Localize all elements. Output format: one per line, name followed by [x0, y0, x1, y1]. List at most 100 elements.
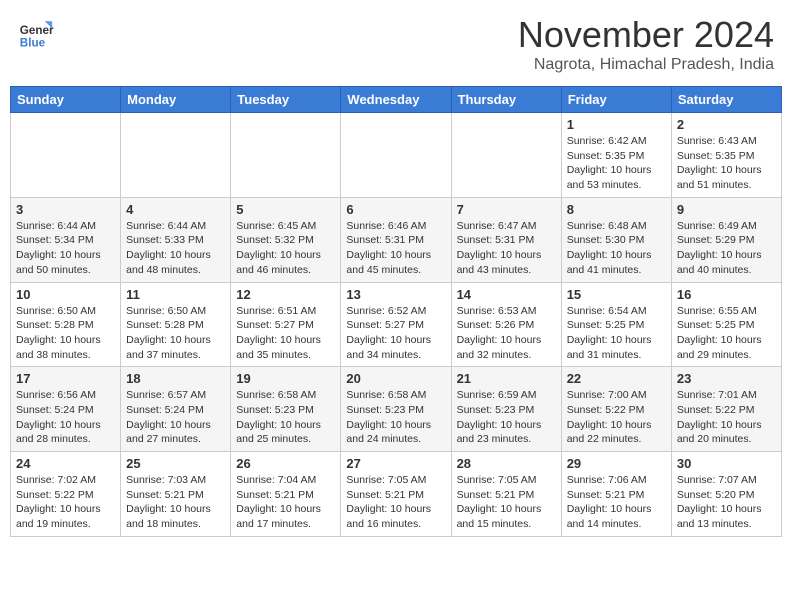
day-info: Sunrise: 6:47 AM Sunset: 5:31 PM Dayligh… [457, 219, 556, 278]
day-info: Sunrise: 6:44 AM Sunset: 5:34 PM Dayligh… [16, 219, 115, 278]
day-number: 19 [236, 371, 335, 386]
day-number: 24 [16, 456, 115, 471]
day-info: Sunrise: 7:07 AM Sunset: 5:20 PM Dayligh… [677, 473, 776, 532]
day-info: Sunrise: 7:02 AM Sunset: 5:22 PM Dayligh… [16, 473, 115, 532]
week-row-1: 1Sunrise: 6:42 AM Sunset: 5:35 PM Daylig… [11, 113, 782, 198]
day-info: Sunrise: 6:44 AM Sunset: 5:33 PM Dayligh… [126, 219, 225, 278]
weekday-header-sunday: Sunday [11, 87, 121, 113]
location: Nagrota, Himachal Pradesh, India [518, 56, 774, 74]
day-number: 17 [16, 371, 115, 386]
day-number: 29 [567, 456, 666, 471]
day-number: 10 [16, 287, 115, 302]
day-info: Sunrise: 6:59 AM Sunset: 5:23 PM Dayligh… [457, 388, 556, 447]
day-cell: 14 Sunrise: 6:53 AM Sunset: 5:26 PM Dayli… [451, 282, 561, 367]
day-info: Sunrise: 6:56 AM Sunset: 5:24 PM Dayligh… [16, 388, 115, 447]
day-info: Sunrise: 6:53 AM Sunset: 5:26 PM Dayligh… [457, 304, 556, 363]
day-cell: 1Sunrise: 6:42 AM Sunset: 5:35 PM Daylig… [561, 113, 671, 198]
day-info: Sunrise: 7:06 AM Sunset: 5:21 PM Dayligh… [567, 473, 666, 532]
day-info: Sunrise: 7:05 AM Sunset: 5:21 PM Dayligh… [457, 473, 556, 532]
day-info: Sunrise: 6:50 AM Sunset: 5:28 PM Dayligh… [16, 304, 115, 363]
weekday-header-monday: Monday [121, 87, 231, 113]
week-row-5: 24 Sunrise: 7:02 AM Sunset: 5:22 PM Dayli… [11, 452, 782, 537]
day-cell [451, 113, 561, 198]
day-cell: 9Sunrise: 6:49 AM Sunset: 5:29 PM Daylig… [671, 197, 781, 282]
day-info: Sunrise: 6:58 AM Sunset: 5:23 PM Dayligh… [236, 388, 335, 447]
weekday-header-thursday: Thursday [451, 87, 561, 113]
day-number: 20 [346, 371, 445, 386]
day-info: Sunrise: 6:45 AM Sunset: 5:32 PM Dayligh… [236, 219, 335, 278]
weekday-header-wednesday: Wednesday [341, 87, 451, 113]
day-cell: 27Sunrise: 7:05 AM Sunset: 5:21 PM Dayli… [341, 452, 451, 537]
day-cell: 16 Sunrise: 6:55 AM Sunset: 5:25 PM Dayli… [671, 282, 781, 367]
day-number: 7 [457, 202, 556, 217]
day-number: 15 [567, 287, 666, 302]
day-info: Sunrise: 7:00 AM Sunset: 5:22 PM Dayligh… [567, 388, 666, 447]
day-number: 14 [457, 287, 556, 302]
day-cell: 11 Sunrise: 6:50 AM Sunset: 5:28 PM Dayli… [121, 282, 231, 367]
day-number: 4 [126, 202, 225, 217]
day-cell: 25 Sunrise: 7:03 AM Sunset: 5:21 PM Dayli… [121, 452, 231, 537]
week-row-3: 10 Sunrise: 6:50 AM Sunset: 5:28 PM Dayli… [11, 282, 782, 367]
day-cell: 22 Sunrise: 7:00 AM Sunset: 5:22 PM Dayli… [561, 367, 671, 452]
day-number: 12 [236, 287, 335, 302]
day-number: 8 [567, 202, 666, 217]
weekday-header-saturday: Saturday [671, 87, 781, 113]
day-info: Sunrise: 6:58 AM Sunset: 5:23 PM Dayligh… [346, 388, 445, 447]
day-cell: 5 Sunrise: 6:45 AM Sunset: 5:32 PM Daylig… [231, 197, 341, 282]
day-number: 26 [236, 456, 335, 471]
day-cell: 20 Sunrise: 6:58 AM Sunset: 5:23 PM Dayli… [341, 367, 451, 452]
svg-text:General: General [20, 24, 54, 37]
day-number: 13 [346, 287, 445, 302]
day-number: 28 [457, 456, 556, 471]
day-cell: 21 Sunrise: 6:59 AM Sunset: 5:23 PM Dayli… [451, 367, 561, 452]
title-section: November 2024 Nagrota, Himachal Pradesh,… [518, 14, 774, 74]
day-cell [231, 113, 341, 198]
day-cell: 26 Sunrise: 7:04 AM Sunset: 5:21 PM Dayli… [231, 452, 341, 537]
logo-icon: General Blue [18, 14, 54, 50]
day-cell: 17 Sunrise: 6:56 AM Sunset: 5:24 PM Dayli… [11, 367, 121, 452]
day-cell [341, 113, 451, 198]
day-cell: 23 Sunrise: 7:01 AM Sunset: 5:22 PM Dayli… [671, 367, 781, 452]
day-cell: 29 Sunrise: 7:06 AM Sunset: 5:21 PM Dayli… [561, 452, 671, 537]
day-cell: 6 Sunrise: 6:46 AM Sunset: 5:31 PM Daylig… [341, 197, 451, 282]
day-cell: 28 Sunrise: 7:05 AM Sunset: 5:21 PM Dayli… [451, 452, 561, 537]
day-number: 27 [346, 456, 445, 471]
day-number: 6 [346, 202, 445, 217]
day-info: Sunrise: 7:04 AM Sunset: 5:21 PM Dayligh… [236, 473, 335, 532]
day-number: 25 [126, 456, 225, 471]
day-cell: 15 Sunrise: 6:54 AM Sunset: 5:25 PM Dayli… [561, 282, 671, 367]
day-info: Sunrise: 6:54 AM Sunset: 5:25 PM Dayligh… [567, 304, 666, 363]
day-cell: 12Sunrise: 6:51 AM Sunset: 5:27 PM Dayli… [231, 282, 341, 367]
day-cell: 10 Sunrise: 6:50 AM Sunset: 5:28 PM Dayli… [11, 282, 121, 367]
day-number: 21 [457, 371, 556, 386]
day-number: 30 [677, 456, 776, 471]
day-info: Sunrise: 6:55 AM Sunset: 5:25 PM Dayligh… [677, 304, 776, 363]
week-row-2: 3Sunrise: 6:44 AM Sunset: 5:34 PM Daylig… [11, 197, 782, 282]
day-number: 11 [126, 287, 225, 302]
weekday-header-friday: Friday [561, 87, 671, 113]
day-number: 9 [677, 202, 776, 217]
day-cell: 30 Sunrise: 7:07 AM Sunset: 5:20 PM Dayli… [671, 452, 781, 537]
day-number: 5 [236, 202, 335, 217]
page-header: General Blue November 2024 Nagrota, Hima… [10, 10, 782, 78]
day-info: Sunrise: 7:01 AM Sunset: 5:22 PM Dayligh… [677, 388, 776, 447]
day-cell: 13Sunrise: 6:52 AM Sunset: 5:27 PM Dayli… [341, 282, 451, 367]
day-cell: 18Sunrise: 6:57 AM Sunset: 5:24 PM Dayli… [121, 367, 231, 452]
day-cell [121, 113, 231, 198]
svg-text:Blue: Blue [20, 36, 46, 49]
day-info: Sunrise: 6:46 AM Sunset: 5:31 PM Dayligh… [346, 219, 445, 278]
day-info: Sunrise: 6:42 AM Sunset: 5:35 PM Dayligh… [567, 134, 666, 193]
weekday-header-row: SundayMondayTuesdayWednesdayThursdayFrid… [11, 87, 782, 113]
day-info: Sunrise: 6:48 AM Sunset: 5:30 PM Dayligh… [567, 219, 666, 278]
week-row-4: 17 Sunrise: 6:56 AM Sunset: 5:24 PM Dayli… [11, 367, 782, 452]
logo: General Blue [18, 14, 54, 50]
day-info: Sunrise: 7:03 AM Sunset: 5:21 PM Dayligh… [126, 473, 225, 532]
day-number: 2 [677, 117, 776, 132]
month-title: November 2024 [518, 14, 774, 56]
day-info: Sunrise: 6:50 AM Sunset: 5:28 PM Dayligh… [126, 304, 225, 363]
day-info: Sunrise: 6:57 AM Sunset: 5:24 PM Dayligh… [126, 388, 225, 447]
day-cell: 3Sunrise: 6:44 AM Sunset: 5:34 PM Daylig… [11, 197, 121, 282]
day-number: 22 [567, 371, 666, 386]
day-number: 23 [677, 371, 776, 386]
day-number: 16 [677, 287, 776, 302]
